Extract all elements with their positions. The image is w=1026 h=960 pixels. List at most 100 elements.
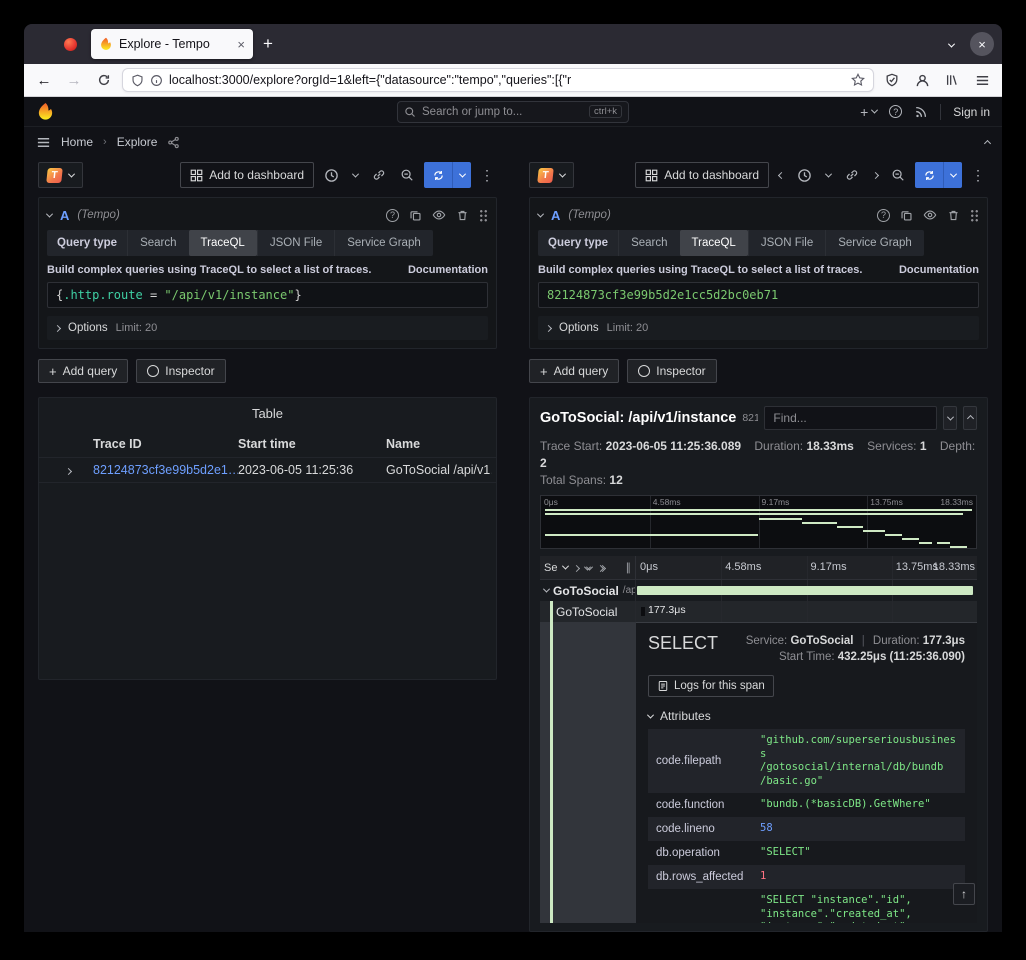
mega-menu-toggle[interactable] xyxy=(36,135,51,150)
tab-service-graph[interactable]: Service Graph xyxy=(825,230,924,256)
attributes-toggle[interactable]: Attributes xyxy=(648,709,965,723)
time-picker-caret[interactable] xyxy=(821,162,835,188)
tab-json-file[interactable]: JSON File xyxy=(257,230,334,256)
time-shift-back-button[interactable] xyxy=(775,162,787,188)
attribute-row[interactable]: db.operation "SELECT" xyxy=(648,841,965,865)
security-badge-icon[interactable] xyxy=(880,68,904,92)
breadcrumb-home[interactable]: Home xyxy=(61,135,93,149)
attribute-row[interactable]: db.rows_affected 1 xyxy=(648,865,965,889)
delete-query-icon[interactable] xyxy=(456,209,469,222)
trace-id-link[interactable]: 82124873cf3e99b5d2e1… xyxy=(93,463,238,477)
copy-link-button[interactable] xyxy=(841,162,863,188)
logs-for-span-button[interactable]: Logs for this span xyxy=(648,675,774,697)
tab-json-file[interactable]: JSON File xyxy=(748,230,825,256)
collapse-all-icon[interactable] xyxy=(585,562,592,574)
add-query-button[interactable]: + Add query xyxy=(529,359,619,383)
url-text[interactable]: localhost:3000/explore?orgId=1&left={"da… xyxy=(169,73,845,87)
col-trace-id[interactable]: Trace ID xyxy=(93,437,238,451)
reload-button[interactable] xyxy=(92,68,116,92)
find-input[interactable] xyxy=(764,406,937,430)
expand-all-icon[interactable] xyxy=(598,562,605,574)
tab-traceql[interactable]: TraceQL xyxy=(189,230,257,256)
hide-query-eye-icon[interactable] xyxy=(923,208,937,222)
traceql-query-input[interactable]: {.http.route = "/api/v1/instance"} xyxy=(47,282,488,308)
library-icon[interactable] xyxy=(940,68,964,92)
time-picker-button[interactable] xyxy=(320,162,342,188)
delete-query-icon[interactable] xyxy=(947,209,960,222)
tab-list-chevron-icon[interactable] xyxy=(949,35,954,53)
zoom-out-button[interactable] xyxy=(396,162,418,188)
menu-button[interactable] xyxy=(970,68,994,92)
query-help-icon[interactable]: ? xyxy=(386,209,399,222)
col-start-time[interactable]: Start time xyxy=(238,437,386,451)
collapse-section-chevron[interactable] xyxy=(985,133,990,151)
grafana-logo[interactable] xyxy=(36,102,55,121)
add-query-button[interactable]: + Add query xyxy=(38,359,128,383)
tab-service-graph[interactable]: Service Graph xyxy=(334,230,433,256)
drag-handle-icon[interactable] xyxy=(970,209,979,222)
bookmark-star-icon[interactable] xyxy=(851,73,865,87)
tab-search[interactable]: Search xyxy=(127,230,188,256)
help-icon[interactable]: ? xyxy=(889,105,902,118)
window-close-button[interactable]: × xyxy=(970,32,994,56)
run-query-button[interactable] xyxy=(424,162,471,188)
options-toggle[interactable]: Options Limit: 20 xyxy=(47,316,488,340)
attribute-row[interactable]: code.lineno 58 xyxy=(648,817,965,841)
global-search[interactable]: ctrl+k xyxy=(397,101,629,123)
browser-tab[interactable]: Explore - Tempo × xyxy=(91,29,253,59)
breadcrumb-explore[interactable]: Explore xyxy=(117,135,158,149)
run-query-caret[interactable] xyxy=(452,162,471,188)
news-rss-icon[interactable] xyxy=(914,105,928,119)
add-to-dashboard-button[interactable]: Add to dashboard xyxy=(635,162,769,188)
duplicate-query-icon[interactable] xyxy=(409,209,422,222)
options-toggle[interactable]: Options Limit: 20 xyxy=(538,316,979,340)
zoom-out-button[interactable] xyxy=(887,162,909,188)
inspector-button[interactable]: Inspector xyxy=(136,359,225,383)
span-collapse-chevron[interactable] xyxy=(543,586,550,593)
find-prev-button[interactable] xyxy=(943,406,957,430)
refresh-icon[interactable] xyxy=(424,162,452,188)
col-name[interactable]: Name xyxy=(386,437,492,451)
collapse-query-chevron[interactable] xyxy=(537,210,544,217)
run-query-caret[interactable] xyxy=(943,162,962,188)
documentation-link[interactable]: Documentation xyxy=(899,264,979,276)
time-picker-button[interactable] xyxy=(793,162,815,188)
trace-minimap[interactable]: 0μs 4.58ms 9.17ms 13.75ms 18.33ms xyxy=(540,495,977,549)
query-help-icon[interactable]: ? xyxy=(877,209,890,222)
add-new-dropdown[interactable]: + xyxy=(860,104,877,120)
traceql-query-input[interactable]: 82124873cf3e99b5d2e1cc5d2bc0eb71 xyxy=(538,282,979,308)
time-shift-forward-button[interactable] xyxy=(869,162,881,188)
span-row-selected[interactable]: GoToSocial 177.3μs xyxy=(540,601,977,622)
hide-query-eye-icon[interactable] xyxy=(432,208,446,222)
pane-kebab-menu[interactable]: ⋮ xyxy=(968,167,988,184)
span-bar[interactable] xyxy=(641,607,645,616)
run-query-button[interactable] xyxy=(915,162,962,188)
sort-chevron-icon[interactable] xyxy=(562,563,569,570)
span-bar[interactable] xyxy=(637,586,973,595)
sign-in-link[interactable]: Sign in xyxy=(953,105,990,119)
collapse-query-chevron[interactable] xyxy=(46,210,53,217)
tracking-shield-icon[interactable] xyxy=(131,74,144,87)
back-button[interactable]: ← xyxy=(32,72,56,89)
attribute-row[interactable]: "SELECT "instance"."id", "instance"."cre… xyxy=(648,889,965,923)
drag-handle-icon[interactable] xyxy=(479,209,488,222)
pane-splitter[interactable] xyxy=(497,161,529,932)
url-bar[interactable]: localhost:3000/explore?orgId=1&left={"da… xyxy=(122,68,874,92)
table-row[interactable]: 82124873cf3e99b5d2e1… 2023-06-05 11:25:3… xyxy=(39,457,496,483)
new-tab-button[interactable]: + xyxy=(263,34,273,54)
datasource-picker[interactable]: T xyxy=(529,162,574,188)
time-picker-caret[interactable] xyxy=(348,162,362,188)
tab-traceql[interactable]: TraceQL xyxy=(680,230,748,256)
query-ref[interactable]: A xyxy=(60,208,69,223)
refresh-icon[interactable] xyxy=(915,162,943,188)
tab-close-icon[interactable]: × xyxy=(237,38,245,51)
pane-kebab-menu[interactable]: ⋮ xyxy=(477,167,497,184)
add-to-dashboard-button[interactable]: Add to dashboard xyxy=(180,162,314,188)
span-row[interactable]: GoToSocial /api/ xyxy=(540,580,977,601)
datasource-picker[interactable]: T xyxy=(38,162,83,188)
account-icon[interactable] xyxy=(910,68,934,92)
collapse-one-icon[interactable] xyxy=(574,562,579,574)
row-expand-chevron[interactable] xyxy=(43,463,93,477)
share-icon[interactable] xyxy=(167,136,180,149)
column-resize-handle[interactable]: ∥ xyxy=(626,561,632,574)
